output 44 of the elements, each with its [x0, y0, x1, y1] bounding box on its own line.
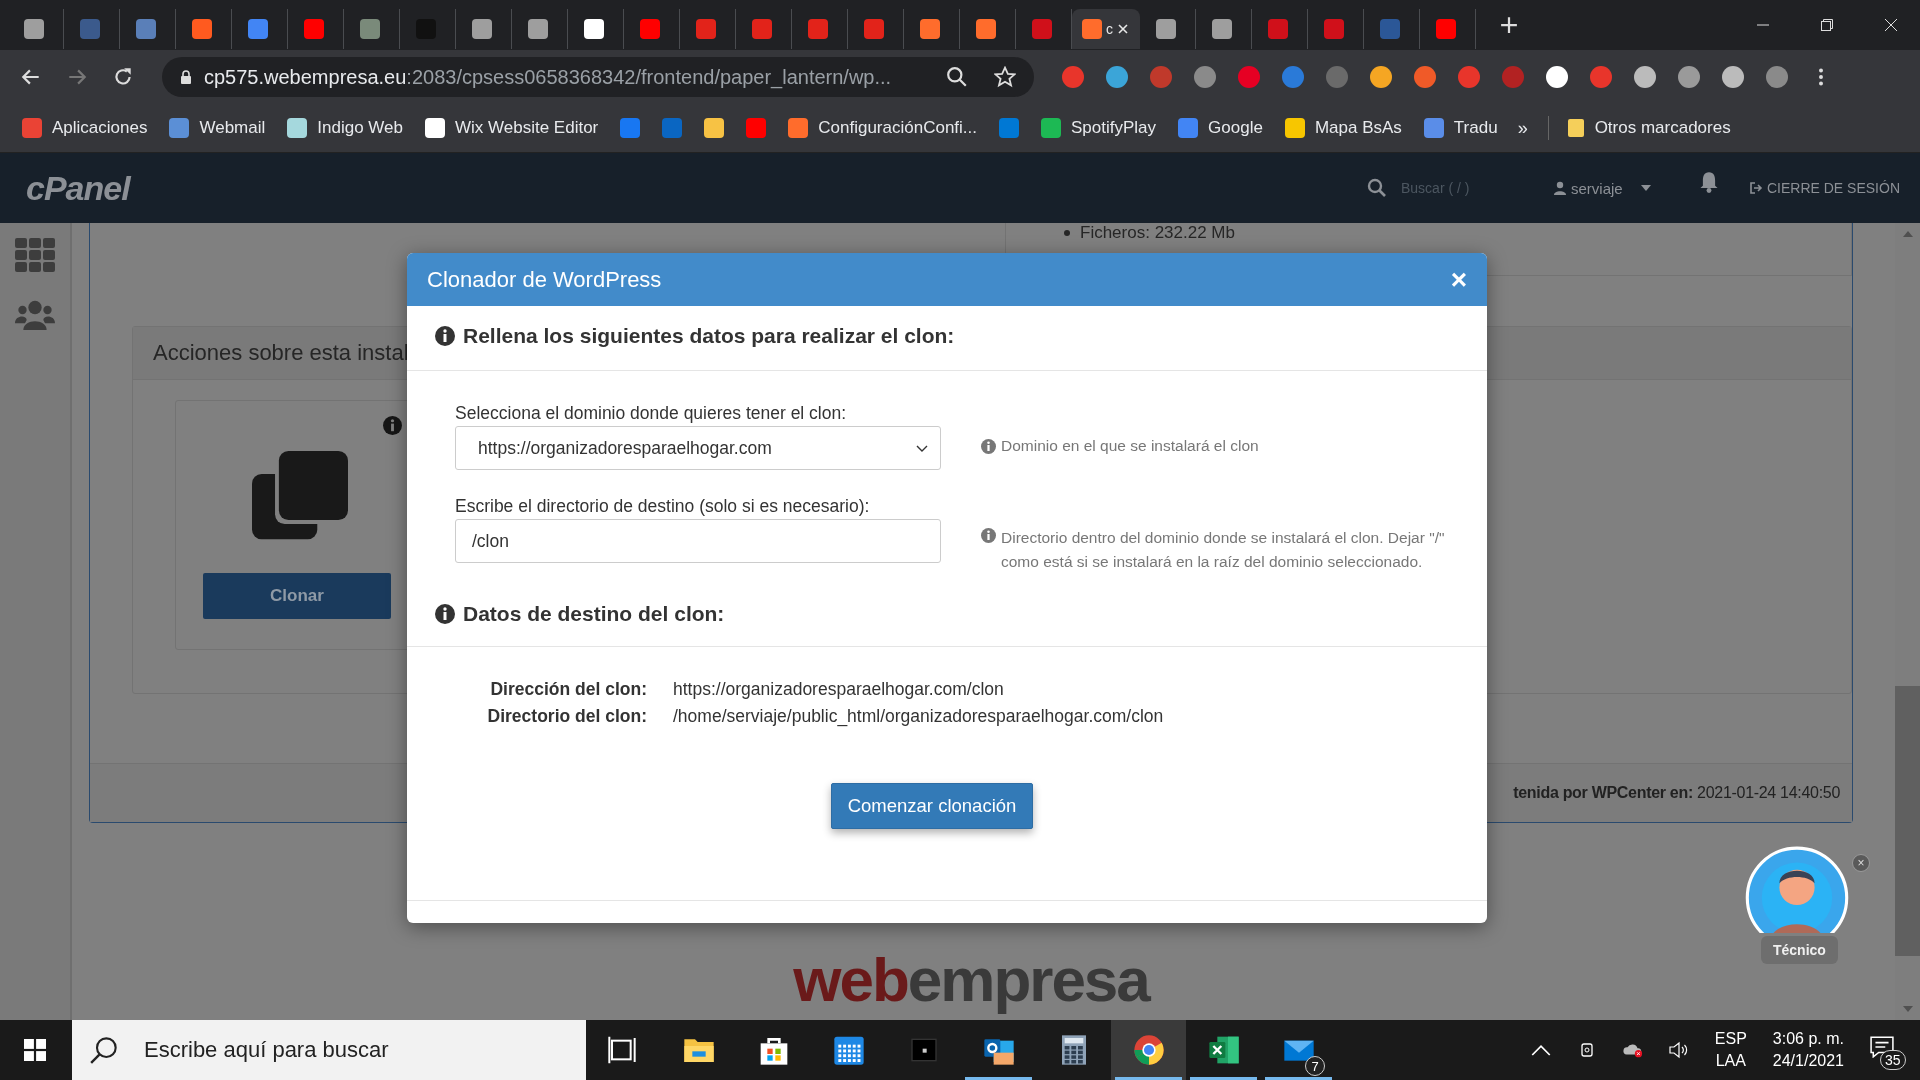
close-button[interactable]: × [1852, 854, 1870, 872]
detail-value: https://organizadoresparaelhogar.com/clon [673, 679, 1005, 700]
bookmark[interactable]: Google [1178, 118, 1263, 138]
bookmark[interactable]: Webmail [169, 118, 266, 138]
address-bar[interactable]: cp575.webempresa.eu:2083/cpsess0658368342/frontend/paper_lantern/wp... [162, 57, 1034, 97]
field-label: Escribe el directorio de destino (solo si es necesario): [455, 496, 871, 517]
bookmark[interactable]: Wix Website Editor [425, 118, 599, 138]
footer-text: tenida por WPCenter en: 2021-01-24 14:40:50 [1513, 784, 1840, 802]
language-indicator[interactable]: ESP LAA [1714, 1030, 1747, 1070]
directory-field[interactable]: /clon [455, 519, 941, 563]
user-menu[interactable]: serviaje [1552, 179, 1673, 197]
bookmark[interactable]: Otros marcadores [1566, 118, 1731, 138]
files-info: Ficheros: 232.22 Mb [1006, 223, 1851, 243]
section-heading: Rellena los siguientes datos para realizar el clon: [463, 324, 955, 348]
field-label: Selecciona el dominio donde quieres tener el clon: [455, 403, 848, 424]
bookmark[interactable]: Mapa BsAs [1284, 118, 1402, 138]
url-text: cp575.webempresa.eu:2083/cpsess0658368342/frontend/paper_lantern/wp... [204, 65, 893, 89]
dialog-title: Clonador de WordPress [427, 266, 662, 293]
bookmark[interactable]: Aplicaciones [22, 118, 148, 138]
detail-label: Directorio del clon: [487, 706, 647, 727]
detail-value: /home/serviaje/public_html/organizadoresparaelhogar.com/clon [673, 706, 1165, 727]
bookmark[interactable]: SpotifyPlay [1041, 118, 1157, 138]
clone-button[interactable]: Clonar [203, 573, 391, 619]
more-bookmarks-button[interactable]: » [1517, 117, 1528, 139]
notification-button[interactable]: 35 [1870, 1030, 1906, 1070]
taskbar-search-field[interactable]: Escribe aquí para buscar [72, 1020, 586, 1080]
bookmark[interactable]: Tradu [1423, 118, 1498, 138]
count-badge: 7 [1305, 1056, 1325, 1076]
taskbar-app[interactable]: 7 [1261, 1020, 1336, 1080]
cpanel-logo[interactable]: cPanel [26, 168, 130, 208]
hint-text: Dominio en el que se instalará el clon [1001, 437, 1259, 455]
logout-link[interactable]: CIERRE DE SESIÓN [1748, 180, 1900, 196]
count-badge: 35 [1880, 1050, 1906, 1070]
bookmark[interactable]: Indigo Web [287, 118, 403, 138]
clock[interactable]: 3:06 p. m. 24/1/2021 [1772, 1030, 1844, 1070]
assistant-label[interactable]: Técnico [1761, 936, 1838, 964]
detail-label: Dirección del clon: [490, 679, 647, 700]
start-clone-button[interactable]: Comenzar clonación [830, 783, 1034, 829]
domain-dropdown[interactable]: https://organizadoresparaelhogar.com [455, 426, 941, 470]
bookmark[interactable]: ConfiguraciónConfi... [788, 118, 978, 138]
close-button[interactable]: × [1450, 265, 1467, 294]
hint-text: Directorio dentro del dominio donde se instalará el clon. Dejar "/" como está si se instalará en la raíz del dominio seleccionado. [1001, 528, 1446, 572]
section-heading: Datos de destino del clon: [463, 602, 725, 626]
browser-tab[interactable]: c [1072, 9, 1140, 49]
